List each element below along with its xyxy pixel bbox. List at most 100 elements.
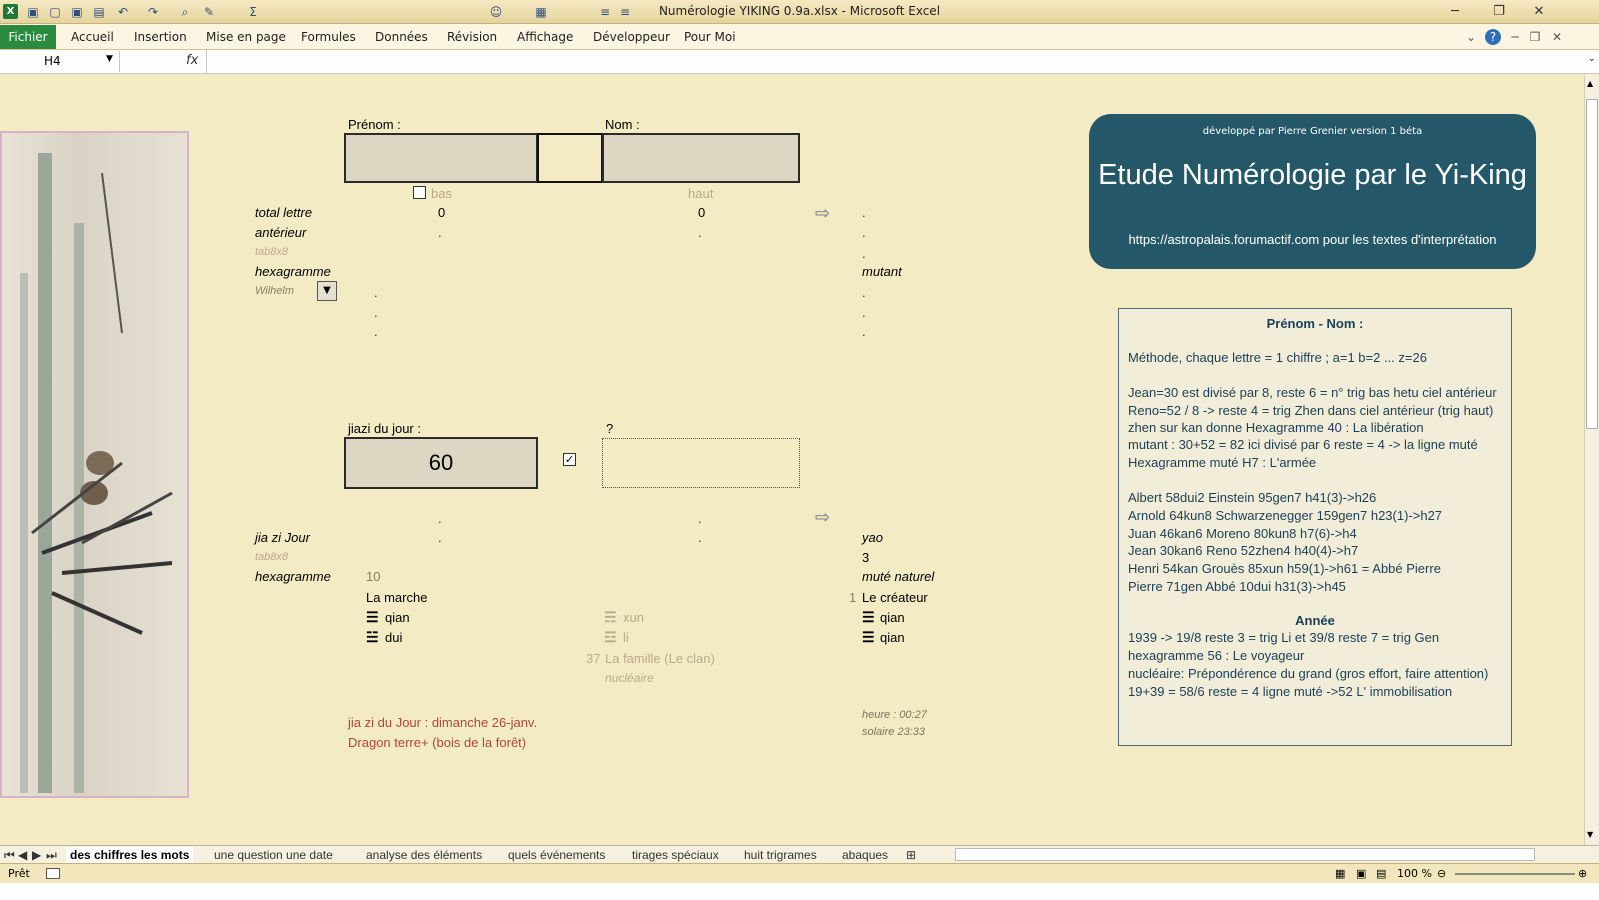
info-line: Albert 58dui2 Einstein 95gen7 h41(3)->h2… bbox=[1128, 490, 1377, 505]
jiazi-checkbox[interactable]: ✓ bbox=[563, 453, 576, 466]
question-field[interactable] bbox=[602, 438, 800, 488]
scroll-up-icon[interactable]: ▲ bbox=[1587, 79, 1593, 88]
hex-name: La marche bbox=[366, 590, 428, 605]
total-left-value: 0 bbox=[438, 205, 446, 220]
nucleaire-number: 37 bbox=[586, 651, 601, 666]
insert-sheet-icon[interactable]: ⊞ bbox=[906, 847, 916, 863]
tab-donnees[interactable]: Données bbox=[375, 30, 428, 44]
collapse-ribbon-icon[interactable]: ⌄ bbox=[1463, 29, 1479, 45]
zoom-out-icon[interactable]: ⊖ bbox=[1437, 867, 1446, 880]
prev-sheet-icon[interactable]: ◀ bbox=[18, 847, 27, 863]
minimize-icon[interactable]: ─ bbox=[1440, 2, 1470, 22]
mut-dot-2: . bbox=[862, 305, 866, 320]
name-box-dropdown-icon[interactable]: ▼ bbox=[106, 54, 113, 64]
info-line: 1939 -> 19/8 reste 3 = trig Li et 39/8 r… bbox=[1128, 630, 1440, 645]
page-layout-icon[interactable]: ▣ bbox=[1356, 867, 1366, 880]
tab-accueil[interactable]: Accueil bbox=[71, 30, 114, 44]
info-line: Hexagramme muté H7 : L'armée bbox=[1128, 455, 1317, 470]
anterieur-left: . bbox=[438, 225, 442, 240]
jiazi-jour-label: jia zi Jour bbox=[255, 530, 310, 545]
hex-dot-3: . bbox=[374, 324, 378, 339]
tab-des-chiffres-les-mots[interactable]: des chiffres les mots bbox=[66, 847, 194, 863]
info-heading: Prénom - Nom : bbox=[1266, 316, 1364, 331]
status-bar: Prêt ▦ ▣ ▤ 100 % ⊖ ⊕ bbox=[0, 863, 1599, 883]
anterieur-right: . bbox=[698, 225, 702, 240]
first-sheet-icon[interactable]: ⏮ bbox=[4, 847, 15, 863]
tab-pour-moi[interactable]: Pour Moi bbox=[684, 30, 736, 44]
tab-une-question-une-date[interactable]: une question une date bbox=[214, 847, 333, 863]
next-sheet-icon[interactable]: ▶ bbox=[32, 847, 41, 863]
method-info-box: Prénom - Nom : Méthode, chaque lettre = … bbox=[1118, 308, 1512, 746]
normal-view-icon[interactable]: ▦ bbox=[1335, 867, 1345, 880]
zoom-level[interactable]: 100 % bbox=[1397, 867, 1432, 880]
hexagramme-2-label: hexagramme bbox=[255, 569, 331, 584]
tab-insertion[interactable]: Insertion bbox=[134, 30, 187, 44]
trigram-bottom-right: qian bbox=[880, 630, 905, 645]
tab-abaques[interactable]: abaques bbox=[842, 847, 888, 863]
jiazi-dot-right: . bbox=[698, 511, 702, 526]
tab-analyse-des-elements[interactable]: analyse des éléments bbox=[366, 847, 482, 863]
bas-checkbox[interactable] bbox=[413, 186, 426, 199]
page-break-icon[interactable]: ▤ bbox=[1376, 867, 1386, 880]
taskbar-area bbox=[0, 883, 1599, 900]
zoom-slider[interactable] bbox=[1455, 873, 1575, 875]
insert-function-icon[interactable]: fx bbox=[186, 53, 198, 68]
jiazi-jour-right: . bbox=[698, 530, 702, 545]
tab-huit-trigrames[interactable]: huit trigrames bbox=[744, 847, 817, 863]
vertical-scrollbar[interactable]: ▲ ▼ bbox=[1584, 75, 1599, 845]
prenom-label: Prénom : bbox=[348, 117, 401, 132]
tab-formules[interactable]: Formules bbox=[301, 30, 356, 44]
jiazi-label: jiazi du jour : bbox=[348, 421, 421, 436]
scroll-thumb[interactable] bbox=[1586, 99, 1598, 429]
hex-dot-2: . bbox=[374, 305, 378, 320]
trigram-top-mid: xun bbox=[623, 610, 644, 625]
help-icon[interactable]: ? bbox=[1485, 29, 1501, 45]
tab-affichage[interactable]: Affichage bbox=[517, 30, 573, 44]
ribbon: Fichier Accueil Insertion Mise en page F… bbox=[0, 24, 1599, 50]
worksheet[interactable]: Prénom : Nom : bas haut total lettre 0 0… bbox=[0, 75, 1584, 845]
restore-icon[interactable]: ❐ bbox=[1484, 2, 1514, 22]
wilhelm-dropdown[interactable]: ▼ bbox=[317, 281, 337, 301]
selected-cell-h4[interactable] bbox=[537, 133, 603, 183]
close-icon[interactable]: ✕ bbox=[1524, 2, 1554, 22]
hex-number: 10 bbox=[366, 569, 381, 584]
horizontal-scrollbar[interactable] bbox=[955, 848, 1535, 861]
expand-formula-icon[interactable]: ⌄ bbox=[1588, 54, 1596, 64]
title-banner: développé par Pierre Grenier version 1 b… bbox=[1089, 114, 1536, 269]
doc-restore-icon[interactable]: ❐ bbox=[1527, 29, 1543, 45]
last-sheet-icon[interactable]: ⏭ bbox=[46, 847, 57, 863]
doc-close-icon[interactable]: ✕ bbox=[1549, 29, 1565, 45]
status-ready: Prêt bbox=[8, 867, 30, 880]
mute-name: Le créateur bbox=[862, 590, 928, 605]
mute-index: 1 bbox=[849, 590, 857, 605]
nom-field[interactable] bbox=[602, 133, 800, 183]
banner-url[interactable]: https://astropalais.forumactif.com pour … bbox=[1089, 232, 1536, 247]
question-label: ? bbox=[606, 421, 614, 436]
info-line: hexagramme 56 : Le voyageur bbox=[1128, 648, 1305, 663]
scroll-down-icon[interactable]: ▼ bbox=[1587, 830, 1593, 839]
zoom-in-icon[interactable]: ⊕ bbox=[1578, 867, 1587, 880]
jiazi-jour-left: . bbox=[438, 530, 442, 545]
tab-quels-evenements[interactable]: quels événements bbox=[508, 847, 605, 863]
tab-developpeur[interactable]: Développeur bbox=[593, 30, 670, 44]
trigram-top-right: qian bbox=[880, 610, 905, 625]
tab-fichier[interactable]: Fichier bbox=[0, 25, 56, 49]
yao-label: yao bbox=[862, 530, 883, 545]
doc-minimize-icon[interactable]: ─ bbox=[1507, 29, 1523, 45]
macro-record-icon[interactable] bbox=[46, 868, 60, 879]
tab-mise-en-page[interactable]: Mise en page bbox=[206, 30, 286, 44]
trigram-li-icon: ☲ bbox=[604, 629, 617, 645]
nucleaire-name: La famille (Le clan) bbox=[605, 651, 715, 666]
anterieur-label: antérieur bbox=[255, 225, 307, 240]
info-line: mutant : 30+52 = 82 ici divisé par 6 res… bbox=[1128, 437, 1478, 452]
trigram-xun-icon: ☴ bbox=[604, 609, 617, 625]
info-line: Jean 30kan6 Reno 52zhen4 h40(4)->h7 bbox=[1128, 543, 1359, 558]
tab-tirages-speciaux[interactable]: tirages spéciaux bbox=[632, 847, 719, 863]
info-line: Juan 46kan6 Moreno 80kun8 h7(6)->h4 bbox=[1128, 526, 1357, 541]
jiazi-value-field[interactable]: 60 bbox=[344, 437, 538, 489]
jiazi-dot-left: . bbox=[438, 511, 442, 526]
right-arrow-icon: ⇨ bbox=[815, 203, 831, 223]
tab-revision[interactable]: Révision bbox=[447, 30, 497, 44]
name-box[interactable]: H4 bbox=[0, 51, 120, 72]
prenom-field[interactable] bbox=[344, 133, 538, 183]
